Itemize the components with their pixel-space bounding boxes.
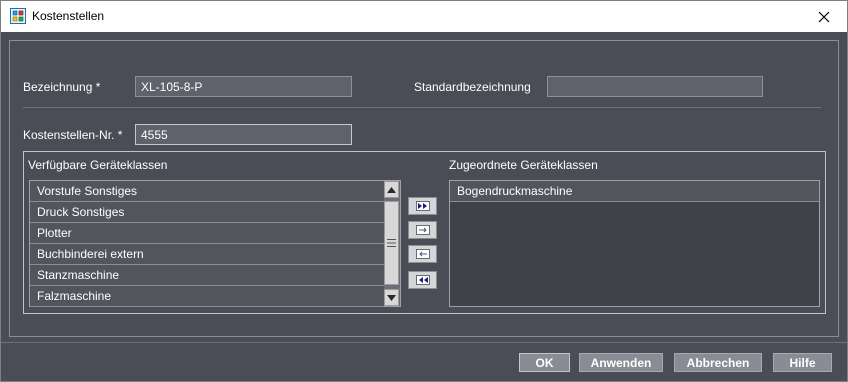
list-item[interactable]: Stanzmaschine [30, 265, 384, 286]
list-item[interactable]: Vorstufe Sonstiges [30, 181, 384, 202]
scroll-down-button[interactable] [384, 289, 399, 306]
title-bar: Kostenstellen [1, 1, 847, 32]
scroll-thumb[interactable] [384, 201, 399, 285]
vertical-scrollbar[interactable] [384, 181, 400, 306]
assigned-list[interactable]: Bogendruckmaschine [449, 180, 820, 307]
help-button[interactable]: Hilfe [773, 353, 832, 372]
remove-all-icon [418, 277, 428, 283]
grip-icon [387, 239, 396, 247]
add-selected-icon [418, 227, 427, 233]
kostenstellen-nr-label: Kostenstellen-Nr. * [23, 128, 123, 142]
list-item[interactable]: Buchbinderei extern [30, 244, 384, 265]
standardbezeichnung-label: Standardbezeichnung [414, 80, 531, 94]
close-button[interactable] [801, 1, 847, 32]
list-item[interactable]: Druck Sonstiges [30, 202, 384, 223]
apply-button[interactable]: Anwenden [579, 353, 663, 372]
list-item[interactable]: Falzmaschine [30, 286, 384, 307]
add-selected-button[interactable] [408, 221, 437, 239]
window-title: Kostenstellen [32, 9, 105, 23]
remove-selected-icon [418, 251, 427, 257]
add-all-button[interactable] [408, 197, 437, 215]
app-icon [10, 8, 26, 24]
standardbezeichnung-input[interactable] [547, 76, 763, 97]
scroll-up-button[interactable] [384, 181, 399, 198]
bezeichnung-input[interactable] [135, 76, 352, 97]
cancel-button[interactable]: Abbrechen [674, 353, 762, 372]
ok-button[interactable]: OK [519, 353, 570, 372]
add-all-icon [417, 203, 427, 209]
assigned-list-title: Zugeordnete Geräteklassen [449, 158, 598, 172]
kostenstellen-nr-input[interactable] [135, 124, 352, 145]
dialog-window: Kostenstellen Bezeichnung * Standardbeze… [0, 0, 848, 382]
remove-selected-button[interactable] [408, 245, 437, 263]
form-divider [23, 107, 821, 108]
bezeichnung-label: Bezeichnung * [23, 80, 101, 94]
arrow-down-icon [387, 294, 396, 301]
list-item[interactable]: Bogendruckmaschine [450, 181, 819, 202]
available-list-title: Verfügbare Geräteklassen [28, 158, 168, 172]
close-icon [818, 11, 830, 22]
button-bar-divider [1, 342, 847, 343]
list-item[interactable]: Plotter [30, 223, 384, 244]
arrow-up-icon [387, 186, 396, 193]
available-list[interactable]: Vorstufe Sonstiges Druck Sonstiges Plott… [29, 180, 401, 307]
remove-all-button[interactable] [408, 271, 437, 289]
